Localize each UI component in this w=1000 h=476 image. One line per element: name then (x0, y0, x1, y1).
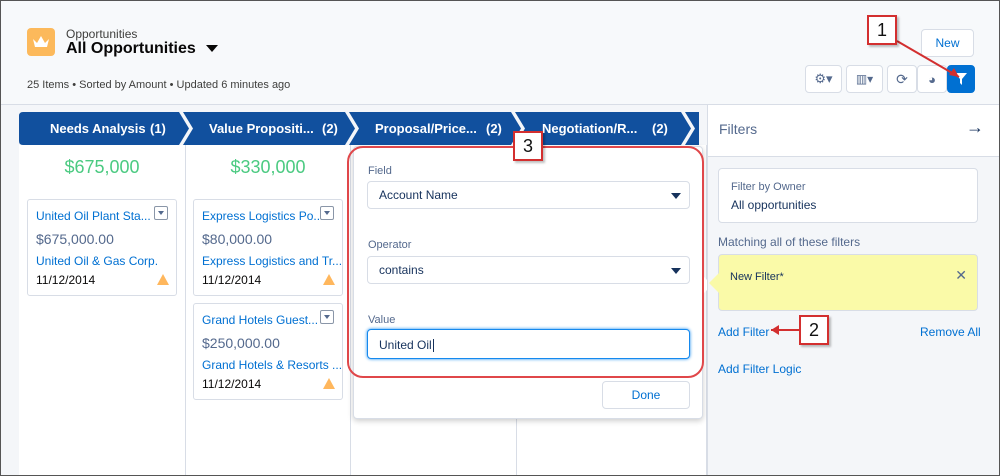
owner-filter-value: All opportunities (731, 198, 817, 212)
list-meta: 25 Items • Sorted by Amount • Updated 6 … (27, 79, 291, 91)
warning-icon (157, 274, 169, 285)
operator-select-value: contains (379, 263, 424, 277)
stage-name: Value Propositi... (209, 121, 314, 136)
close-date: 11/12/2014 (202, 273, 262, 287)
refresh-icon: ⟳ (896, 70, 908, 87)
close-icon[interactable]: ✕ (955, 267, 967, 284)
card-menu-button[interactable] (154, 206, 168, 220)
chevron-down-icon (671, 193, 681, 199)
display-as-button[interactable]: ▥▾ (846, 65, 883, 93)
matching-filters-label: Matching all of these filters (718, 235, 861, 249)
operator-select[interactable]: contains (367, 256, 690, 284)
close-date: 11/12/2014 (36, 273, 96, 287)
opportunity-name-link[interactable]: United Oil Plant Sta... (36, 209, 151, 223)
opportunity-amount: $250,000.00 (202, 335, 280, 351)
stage-count: (2) (322, 121, 338, 136)
filter-button[interactable] (947, 65, 975, 93)
opportunity-name-link[interactable]: Express Logistics Po... (202, 209, 323, 223)
gear-icon: ⚙▾ (814, 71, 833, 86)
opportunity-amount: $80,000.00 (202, 231, 273, 247)
stage-needs-analysis[interactable]: Needs Analysis (1) (19, 112, 187, 145)
filters-panel-title: Filters (719, 121, 758, 137)
new-filter-label: New Filter* (730, 271, 784, 283)
stage-count: (2) (652, 121, 668, 136)
callout-1: 1 (867, 15, 897, 45)
stage-count: (1) (150, 121, 166, 136)
value-input[interactable]: United Oil (367, 329, 690, 359)
column-total: $330,000 (230, 157, 306, 177)
new-button[interactable]: New (921, 29, 974, 57)
arrow-right-icon[interactable]: → (966, 117, 984, 138)
filters-panel-header: Filters → (708, 105, 999, 157)
stage-name: Needs Analysis (50, 121, 146, 136)
stage-value-proposition[interactable]: Value Propositi... (2) (187, 112, 353, 145)
filter-item-pointer (709, 273, 719, 293)
columns-icon: ▥▾ (855, 72, 874, 86)
warning-icon (323, 378, 335, 389)
account-link[interactable]: Express Logistics and Tr... (202, 254, 342, 268)
value-input-text: United Oil (379, 338, 432, 352)
text-cursor (432, 339, 434, 353)
kanban-column-value-proposition: $330,000 Express Logistics Po... $80,000… (186, 145, 351, 475)
app-frame: Opportunities All Opportunities 25 Items… (0, 0, 1000, 476)
stage-name: Negotiation/R... (542, 121, 638, 136)
chevron-down-icon[interactable] (206, 45, 218, 52)
filter-icon (955, 73, 967, 85)
field-select[interactable]: Account Name (367, 181, 690, 209)
crown-icon (27, 28, 55, 56)
remove-all-link[interactable]: Remove All (920, 325, 981, 339)
new-filter-item[interactable]: New Filter* ✕ (709, 254, 978, 311)
chevron-down-icon (671, 268, 681, 274)
kanban-column-needs-analysis: $675,000 United Oil Plant Sta... $675,00… (19, 145, 186, 475)
owner-filter-label: Filter by Owner (731, 181, 806, 193)
settings-button[interactable]: ⚙▾ (805, 65, 842, 93)
field-label: Field (368, 165, 392, 177)
column-total: $675,000 (64, 157, 140, 177)
callout-3: 3 (513, 131, 543, 161)
stage-proposal-price[interactable]: Proposal/Price... (2) (353, 112, 519, 145)
close-date: 11/12/2014 (202, 377, 262, 391)
stage-negotiation-review[interactable]: Negotiation/R... (2) (519, 112, 689, 145)
opportunity-name-link[interactable]: Grand Hotels Guest... (202, 313, 318, 327)
value-label: Value (368, 314, 396, 326)
list-header: Opportunities All Opportunities 25 Items… (1, 1, 999, 105)
callout-2: 2 (799, 315, 829, 345)
opportunity-card[interactable]: United Oil Plant Sta... $675,000.00 Unit… (27, 199, 177, 296)
object-label: Opportunities (66, 27, 138, 41)
filter-by-owner[interactable]: Filter by Owner All opportunities (718, 168, 978, 223)
done-button[interactable]: Done (602, 381, 690, 409)
list-view-title[interactable]: All Opportunities (66, 40, 196, 58)
account-link[interactable]: Grand Hotels & Resorts ... (202, 358, 342, 372)
add-filter-link[interactable]: Add Filter (718, 325, 769, 339)
card-menu-button[interactable] (320, 310, 334, 324)
add-filter-logic-link[interactable]: Add Filter Logic (718, 362, 801, 376)
field-select-value: Account Name (379, 188, 458, 202)
pie-chart-icon: ◕ (928, 71, 936, 87)
stage-bar: Needs Analysis (1) Value Propositi... (2… (19, 112, 699, 145)
stage-count: (2) (486, 121, 502, 136)
refresh-button[interactable]: ⟳ (887, 65, 917, 93)
warning-icon (323, 274, 335, 285)
opportunity-card[interactable]: Grand Hotels Guest... $250,000.00 Grand … (193, 303, 343, 400)
account-link[interactable]: United Oil & Gas Corp. (36, 254, 158, 268)
stage-name: Proposal/Price... (375, 121, 477, 136)
operator-label: Operator (368, 239, 412, 251)
opportunity-card[interactable]: Express Logistics Po... $80,000.00 Expre… (193, 199, 343, 296)
charts-button[interactable]: ◕ (917, 65, 947, 93)
card-menu-button[interactable] (320, 206, 334, 220)
opportunity-amount: $675,000.00 (36, 231, 114, 247)
